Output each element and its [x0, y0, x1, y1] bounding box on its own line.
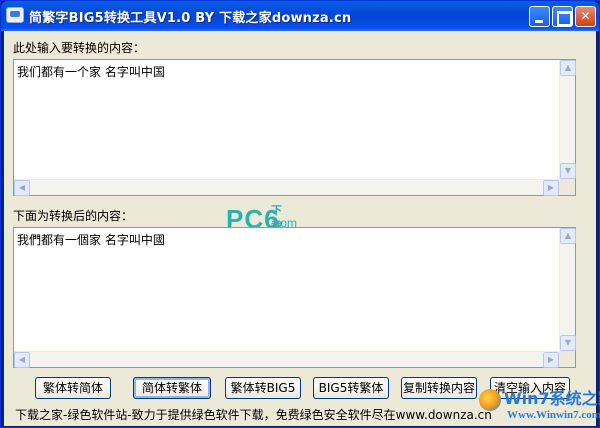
output-vertical-scrollbar[interactable]: ▲ ▼	[559, 228, 576, 351]
scroll-right-icon[interactable]: ▶	[543, 180, 559, 196]
maximize-button[interactable]	[552, 6, 573, 27]
big5-to-traditional-button[interactable]: BIG5转繁体	[313, 377, 389, 399]
scroll-left-icon[interactable]: ◀	[14, 352, 30, 368]
output-horizontal-scrollbar[interactable]: ◀ ▶	[14, 351, 559, 368]
scroll-left-icon[interactable]: ◀	[14, 180, 30, 196]
traditional-to-simplified-button[interactable]: 繁体转简体	[35, 377, 111, 399]
simplified-to-traditional-button[interactable]: 简体转繁体	[133, 377, 211, 399]
windows-logo-icon	[479, 389, 501, 411]
scroll-up-icon[interactable]: ▲	[560, 228, 576, 244]
watermark-title: Win7系统之家	[504, 389, 600, 408]
scroll-up-icon[interactable]: ▲	[560, 60, 576, 76]
input-text: 我们都有一个家 名字叫中国	[17, 65, 165, 79]
input-textarea[interactable]: 我们都有一个家 名字叫中国 ▲ ▼ ◀ ▶	[13, 59, 576, 196]
output-textarea[interactable]: 我們都有一個家 名字叫中國 ▲ ▼ ◀ ▶	[13, 227, 576, 368]
input-label: 此处输入要转换的内容：	[13, 41, 146, 55]
output-text: 我們都有一個家 名字叫中國	[17, 233, 165, 247]
window-title: 简繁字BIG5转换工具V1.0 BY 下载之家downza.cn	[29, 11, 352, 26]
win7-watermark: Win7系统之家 Www.Winwin7.com	[479, 385, 600, 423]
scroll-down-icon[interactable]: ▼	[560, 163, 576, 179]
copy-result-button[interactable]: 复制转换内容	[401, 377, 477, 399]
status-text: 下载之家-绿色软件站-致力于提供绿色软件下载，免费绿色安全软件尽在www.dow…	[15, 408, 492, 422]
app-window: 简繁字BIG5转换工具V1.0 BY 下载之家downza.cn ✕ 此处输入要…	[0, 0, 600, 428]
scroll-corner	[559, 351, 575, 367]
output-label: 下面为转换后的内容：	[13, 209, 134, 223]
scroll-down-icon[interactable]: ▼	[560, 335, 576, 351]
title-bar[interactable]: 简繁字BIG5转换工具V1.0 BY 下载之家downza.cn ✕	[1, 1, 599, 31]
scroll-corner	[559, 179, 575, 195]
input-horizontal-scrollbar[interactable]: ◀ ▶	[14, 179, 559, 196]
input-vertical-scrollbar[interactable]: ▲ ▼	[559, 60, 576, 179]
traditional-to-big5-button[interactable]: 繁体转BIG5	[225, 377, 301, 399]
watermark-url: Www.Winwin7.com	[507, 409, 600, 421]
client-area: 此处输入要转换的内容： 我们都有一个家 名字叫中国 ▲ ▼ ◀ ▶ 下面为转换后…	[4, 31, 600, 426]
close-button[interactable]: ✕	[575, 6, 596, 27]
scroll-right-icon[interactable]: ▶	[543, 352, 559, 368]
app-icon[interactable]	[6, 7, 24, 23]
minimize-button[interactable]	[529, 6, 550, 27]
